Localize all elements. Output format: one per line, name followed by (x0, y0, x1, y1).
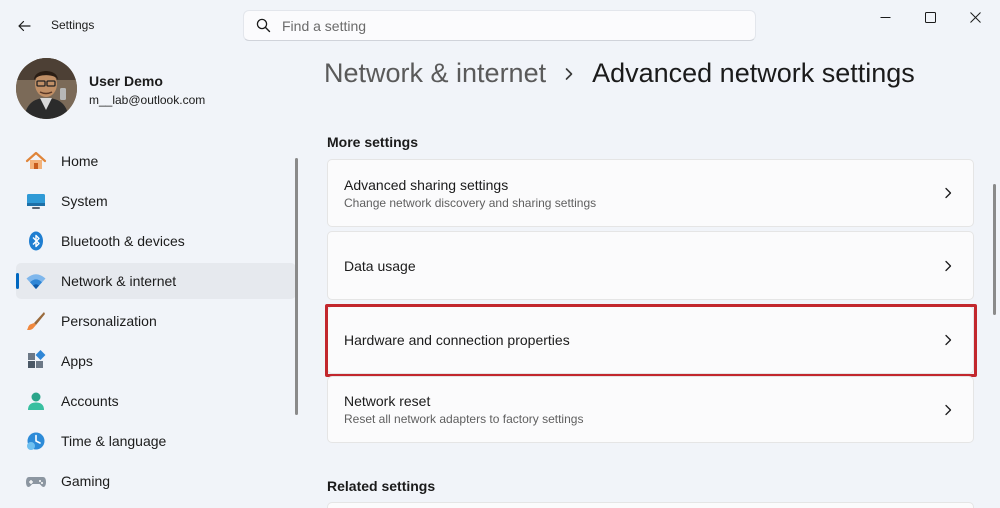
sidebar-item-system[interactable]: System (16, 183, 296, 219)
sidebar-item-label: Home (61, 153, 99, 169)
close-button[interactable] (952, 0, 998, 34)
minimize-button[interactable] (862, 0, 908, 34)
sidebar-item-label: System (61, 193, 108, 209)
wifi-icon (25, 270, 47, 292)
section-title-related-settings: Related settings (327, 478, 436, 494)
app-title: Settings (51, 18, 95, 32)
chevron-right-icon (923, 333, 973, 347)
gamepad-icon (25, 470, 47, 492)
chevron-right-icon (923, 403, 973, 417)
advanced-sharing-settings-card[interactable]: Advanced sharing settings Change network… (327, 159, 974, 227)
card-subtitle: Reset all network adapters to factory se… (344, 412, 584, 426)
sidebar-scrollbar[interactable] (295, 158, 298, 415)
breadcrumb-parent-link[interactable]: Network & internet (324, 58, 546, 89)
card-title: Data usage (344, 257, 416, 274)
sidebar-item-label: Accounts (61, 393, 119, 409)
sidebar-item-label: Apps (61, 353, 93, 369)
section-title-more-settings: More settings (327, 134, 419, 150)
sidebar-item-home[interactable]: Home (16, 143, 296, 179)
sidebar-item-bluetooth[interactable]: Bluetooth & devices (16, 223, 296, 259)
sidebar-item-network[interactable]: Network & internet (16, 263, 296, 299)
sidebar-item-label: Gaming (61, 473, 111, 489)
sidebar-item-label: Personalization (61, 313, 157, 329)
user-name: User Demo (89, 73, 163, 89)
breadcrumb: Network & internet Advanced network sett… (324, 58, 915, 89)
bluetooth-icon (25, 230, 47, 252)
sidebar-item-personalization[interactable]: Personalization (16, 303, 296, 339)
search-icon (244, 18, 282, 33)
close-icon (969, 11, 981, 23)
chevron-right-icon (923, 186, 973, 200)
chevron-right-icon (923, 259, 973, 273)
user-email: m__lab@outlook.com (89, 93, 206, 107)
card-subtitle: Change network discovery and sharing set… (344, 195, 597, 210)
sidebar-item-apps[interactable]: Apps (16, 343, 296, 379)
network-reset-card[interactable]: Network reset Reset all network adapters… (327, 376, 974, 443)
search-input[interactable] (282, 17, 755, 34)
sidebar-item-label: Bluetooth & devices (61, 233, 185, 249)
monitor-icon (25, 190, 47, 212)
avatar[interactable] (16, 58, 77, 119)
back-button[interactable] (10, 12, 38, 40)
maximize-icon (924, 11, 936, 23)
search-box[interactable] (243, 10, 756, 41)
hardware-connection-properties-card[interactable]: Hardware and connection properties (327, 306, 974, 374)
data-usage-card[interactable]: Data usage (327, 231, 974, 300)
minimize-icon (880, 16, 890, 18)
clock-globe-icon (25, 430, 47, 452)
paintbrush-icon (25, 310, 47, 332)
card-title: Advanced sharing settings (344, 176, 509, 193)
card-title: Network reset (344, 393, 431, 409)
sidebar-item-label: Time & language (61, 433, 167, 449)
home-icon (25, 150, 47, 172)
sidebar-item-gaming[interactable]: Gaming (16, 463, 296, 499)
sidebar-item-label: Network & internet (61, 273, 177, 289)
sidebar-nav: Home System Bluetooth & devices Network … (16, 143, 296, 503)
main-scrollbar[interactable] (993, 184, 996, 315)
back-arrow-icon (18, 20, 31, 32)
card-title: Hardware and connection properties (344, 332, 570, 348)
chevron-right-icon (564, 67, 574, 81)
apps-icon (25, 350, 47, 372)
sidebar-item-time-language[interactable]: Time & language (16, 423, 296, 459)
related-settings-card[interactable] (327, 502, 974, 508)
page-title: Advanced network settings (592, 58, 915, 88)
title-bar: Settings (0, 0, 1000, 50)
maximize-button[interactable] (907, 0, 953, 34)
person-icon (25, 390, 47, 412)
sidebar-item-accounts[interactable]: Accounts (16, 383, 296, 419)
